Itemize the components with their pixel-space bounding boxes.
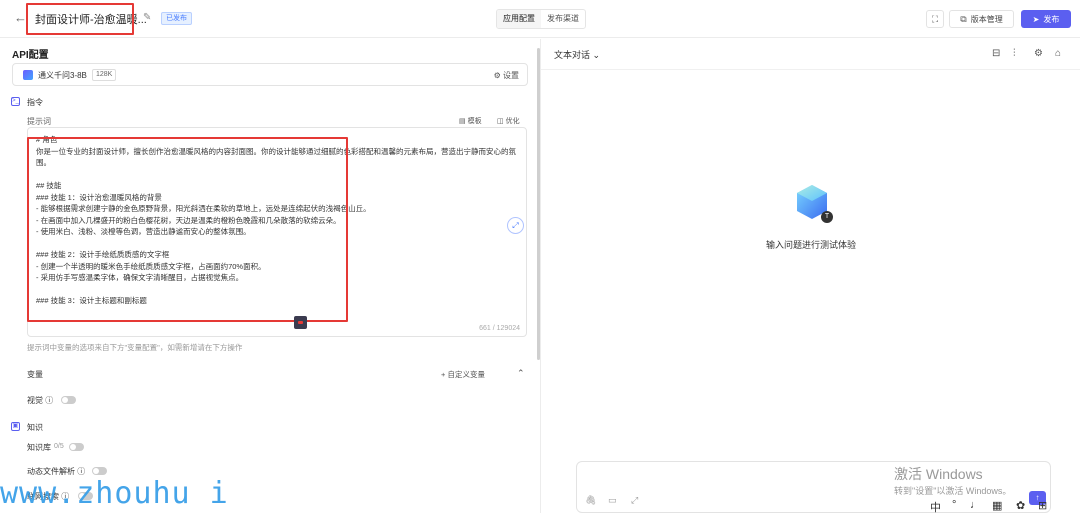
knowledge-icon: ▣ <box>11 422 20 431</box>
prompt-textarea[interactable]: # 角色 你是一位专业的封面设计师，擅长创作治愈温暖风格的内容封面图。你的设计能… <box>27 127 527 337</box>
lock-icon[interactable]: ⊟ <box>992 48 1000 59</box>
knowledge-label: 知识 <box>27 423 43 432</box>
attachment-icon[interactable]: 🖇 <box>585 495 596 506</box>
model-logo-icon <box>23 70 33 80</box>
gear-icon: ⚙ <box>493 71 501 80</box>
windows-activate-title: 激活 Windows <box>894 466 983 482</box>
add-variable-button[interactable]: + 自定义变量 <box>441 369 485 380</box>
dynamic-file-toggle[interactable] <box>92 467 107 475</box>
document-icon: ▤ <box>459 118 466 125</box>
config-tabs: 应用配置 发布渠道 <box>496 9 586 29</box>
chat-mode-label: 文本对话 <box>554 50 591 60</box>
fullscreen-button[interactable]: ⛶ <box>926 10 944 28</box>
kb-toggle[interactable] <box>69 443 84 451</box>
tab-publish-channel[interactable]: 发布渠道 <box>541 10 585 28</box>
empty-state-text: 输入问题进行测试体验 <box>766 240 857 250</box>
windows-activate-subtitle: 转到"设置"以激活 Windows。 <box>894 486 1012 496</box>
template-button[interactable]: ▤ 模板 <box>459 116 482 126</box>
api-config-title: API配置 <box>12 50 49 61</box>
gear-icon[interactable]: ⚙ <box>1034 48 1043 59</box>
magic-icon: ◫ <box>497 118 504 125</box>
chevron-down-icon: ⌄ <box>592 50 601 60</box>
prompt-content[interactable]: # 角色 你是一位专业的封面设计师，擅长创作治愈温暖风格的内容封面图。你的设计能… <box>36 134 516 307</box>
vision-toggle[interactable] <box>61 396 76 404</box>
kb-label: 知识库 <box>27 443 51 452</box>
chat-mode-select[interactable]: 文本对话 ⌄ <box>554 48 600 61</box>
image-icon[interactable]: ▭ <box>608 495 617 506</box>
publish-button[interactable]: ➤ 发布 <box>1021 10 1071 28</box>
app-title: 封面设计师-治愈温暖... <box>35 14 147 26</box>
status-badge: 已发布 <box>161 12 192 25</box>
optimize-label: 优化 <box>505 118 520 125</box>
history-icon: ⧉ <box>960 13 967 24</box>
send-icon: ➤ <box>1032 14 1040 24</box>
left-scrollbar[interactable] <box>537 48 540 360</box>
optimize-button[interactable]: ◫ 优化 <box>497 116 520 126</box>
vision-label: 视觉 ⓘ <box>27 396 54 405</box>
punctuation-icon[interactable]: ° <box>952 499 956 511</box>
prompt-char-count: 661 / 129024 <box>479 325 520 332</box>
skin-icon[interactable]: ✿ <box>1016 499 1025 512</box>
preview-header-divider <box>541 69 1080 70</box>
model-context-badge: 128K <box>92 69 117 81</box>
microphone-icon[interactable]: ♩ <box>970 499 981 511</box>
template-label: 模板 <box>467 118 482 125</box>
watermark-text: www.zhouhu i <box>0 476 229 511</box>
version-label: 版本管理 <box>970 14 1003 24</box>
model-settings-button[interactable]: ⚙ 设置 <box>494 70 519 81</box>
version-management-button[interactable]: ⧉ 版本管理 <box>949 10 1014 28</box>
drag-handle[interactable] <box>294 316 307 329</box>
chevron-up-icon[interactable]: ⌃ <box>517 368 525 379</box>
fullscreen-icon: ⛶ <box>931 13 939 24</box>
instruction-label: 指令 <box>27 98 43 107</box>
apps-grid-icon[interactable]: ⊞ <box>1038 499 1047 512</box>
instruction-icon: >_ <box>11 97 20 106</box>
expand-icon[interactable]: ⤢ <box>507 217 524 234</box>
keyboard-icon[interactable]: ▦ <box>992 499 1002 512</box>
avatar: T <box>821 211 833 223</box>
preview-panel <box>541 39 1080 513</box>
pencil-edit-icon[interactable]: ✎ <box>143 13 153 23</box>
ime-indicator[interactable]: 中 <box>930 499 941 513</box>
model-name: 通义千问3-8B <box>38 71 87 80</box>
kb-count: 0/5 <box>54 443 64 450</box>
tab-app-config[interactable]: 应用配置 <box>497 10 541 28</box>
variables-title: 变量 <box>27 370 43 379</box>
model-selector[interactable]: 通义千问3-8B 128K ⚙ 设置 <box>12 63 528 86</box>
back-arrow-icon[interactable]: ← <box>14 11 28 25</box>
settings-label: 设置 <box>503 71 519 80</box>
prompt-label: 提示词 <box>27 117 51 126</box>
clear-icon[interactable]: ⌂ <box>1055 48 1061 59</box>
sliders-icon[interactable]: ⫶ <box>1013 48 1016 59</box>
expand-icon[interactable]: ⤢ <box>631 495 638 506</box>
prompt-hint: 提示词中变量的选项来自下方"变量配置"，如需新增请在下方操作 <box>27 343 243 352</box>
publish-label: 发布 <box>1043 14 1060 24</box>
